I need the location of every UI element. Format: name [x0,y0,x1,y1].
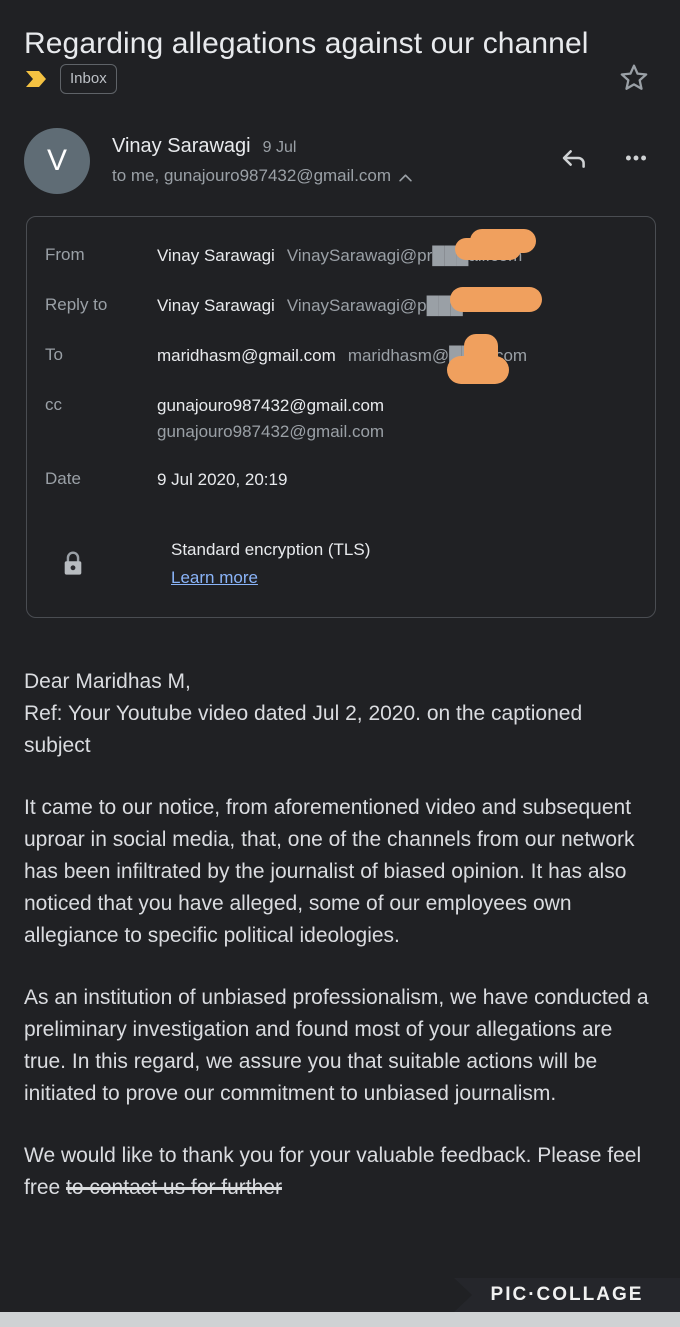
detail-primary: Vinay Sarawagi [157,246,275,265]
subject-meta-row: Inbox [24,64,612,94]
sender-name-line: Vinay Sarawagi 9 Jul [112,135,558,158]
label-chip-inbox[interactable]: Inbox [60,64,117,94]
detail-value: maridhasm@gmail.com maridhasm@██ail.com [157,343,637,369]
lock-closed-icon [45,537,171,579]
body-paragraph: As an institution of unbiased profession… [24,986,649,1105]
detail-primary: 9 Jul 2020, 20:19 [157,470,288,489]
detail-value: Vinay Sarawagi VinaySarawagi@pr███ail.co… [157,243,637,269]
reply-arrow-icon[interactable] [558,142,590,174]
detail-primary: gunajouro987432@gmail.com [157,396,385,415]
detail-row-to: To maridhasm@gmail.com maridhasm@██ail.c… [27,337,655,387]
encryption-text: Standard encryption (TLS) [171,540,371,559]
detail-value: 9 Jul 2020, 20:19 [157,467,637,493]
subject-text: Regarding allegations against our channe… [24,27,589,60]
detail-secondary: maridhasm@██ail.com [347,346,528,365]
avatar[interactable]: V [24,128,90,194]
important-chevron-icon[interactable] [24,66,50,92]
detail-label: From [45,245,85,264]
sender-info: Vinay Sarawagi 9 Jul to me, gunajouro987… [90,128,558,186]
detail-row-cc: cc gunajouro987432@gmail.com gunajouro98… [27,387,655,451]
subject-header: Regarding allegations against our channe… [0,0,680,100]
recipients-summary-row[interactable]: to me, gunajouro987432@gmail.com [112,166,558,186]
learn-more-link[interactable]: Learn more [171,563,258,593]
body-paragraph: It came to our notice, from aforemention… [24,796,635,947]
detail-primary: maridhasm@gmail.com [157,346,336,365]
detail-value: Vinay Sarawagi VinaySarawagi@p███l.com [157,293,637,319]
message-date: 9 Jul [262,139,297,156]
detail-row-encryption: Standard encryption (TLS) Learn more [27,511,655,599]
star-outline-icon[interactable] [612,56,656,100]
detail-label: cc [45,395,62,414]
detail-value: gunajouro987432@gmail.com gunajouro98743… [157,393,637,445]
piccollage-watermark: PIC·COLLAGE [454,1278,680,1312]
encryption-block: Standard encryption (TLS) Learn more [171,537,637,593]
subject-wrap: Regarding allegations against our channe… [24,22,612,94]
message-body: Dear Maridhas M, Ref: Your Youtube video … [0,618,680,1204]
struck-text: to contact us for further [66,1176,282,1199]
detail-secondary: VinaySarawagi@pr███ail.com [286,246,523,265]
detail-row-reply-to: Reply to Vinay Sarawagi VinaySarawagi@p█… [27,287,655,337]
sender-header: V Vinay Sarawagi 9 Jul to me, gunajouro9… [0,100,680,194]
detail-label: Date [45,469,81,488]
detail-row-from: From Vinay Sarawagi VinaySarawagi@pr███a… [27,237,655,287]
detail-row-date: Date 9 Jul 2020, 20:19 [27,451,655,511]
detail-label: To [45,345,63,364]
detail-primary: Vinay Sarawagi [157,296,275,315]
message-details-panel: From Vinay Sarawagi VinaySarawagi@pr███a… [26,216,656,618]
body-paragraph: We would like to thank you for your valu… [24,1144,642,1199]
message-actions [558,128,658,174]
sender-name[interactable]: Vinay Sarawagi [112,135,251,158]
detail-label: Reply to [45,295,108,314]
chevron-up-icon[interactable] [399,170,412,183]
detail-secondary: VinaySarawagi@p███l.com [286,296,504,315]
more-options-icon[interactable] [620,142,652,174]
detail-secondary: gunajouro987432@gmail.com [157,422,385,441]
watermark-strip [0,1312,680,1327]
page-title: Regarding allegations against our channe… [24,22,612,66]
recipients-summary-text: to me, gunajouro987432@gmail.com [112,166,392,185]
body-paragraph: Dear Maridhas M, Ref: Your Youtube video … [24,670,583,757]
